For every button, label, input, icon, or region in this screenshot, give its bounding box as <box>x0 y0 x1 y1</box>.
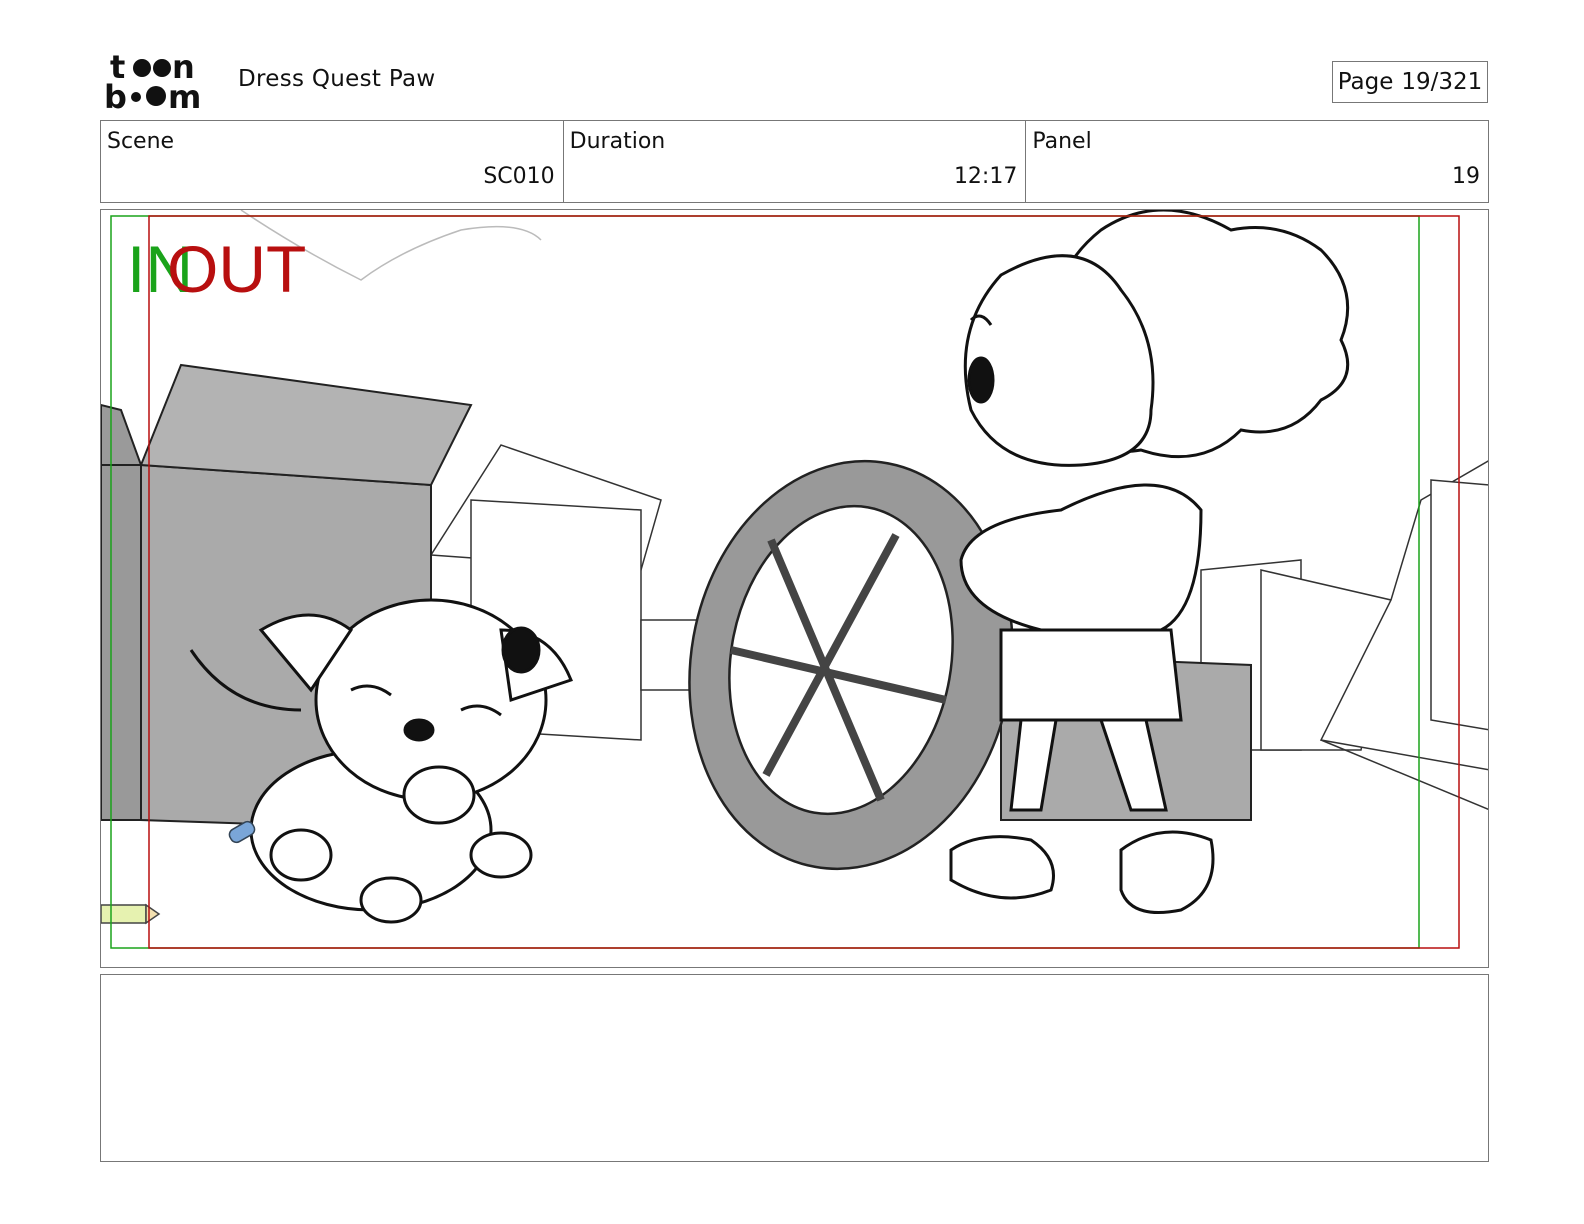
svg-text:m: m <box>168 78 201 112</box>
page-indicator: Page 19/321 <box>1332 61 1488 103</box>
panel-notes-box[interactable] <box>100 974 1489 1162</box>
scene-label: Scene <box>107 129 175 154</box>
panel-label: Panel <box>1032 129 1092 154</box>
svg-text:b: b <box>104 78 127 112</box>
panel-info-table: Scene SC010 Duration 12:17 Panel 19 <box>100 120 1489 203</box>
scene-cell: Scene SC010 <box>101 121 564 202</box>
wheel <box>688 459 1014 871</box>
panel-cell: Panel 19 <box>1026 121 1488 202</box>
panel-drawing <box>101 210 1488 949</box>
page-label: Page <box>1337 69 1394 95</box>
duration-label: Duration <box>569 129 666 154</box>
duration-cell: Duration 12:17 <box>564 121 1027 202</box>
scene-value: SC010 <box>483 164 555 189</box>
page-value: 19/321 <box>1401 69 1483 95</box>
duration-value: 12:17 <box>953 164 1018 189</box>
panel-value: 19 <box>1452 164 1481 189</box>
toon-boom-logo: t n b m <box>104 48 216 116</box>
yellow-pencil <box>101 903 161 925</box>
logo-graphic: t n b m <box>104 48 201 116</box>
out-marker: OUT <box>167 232 307 306</box>
project-title: Dress Quest Paw <box>238 66 436 92</box>
storyboard-panel: IN OUT <box>100 209 1489 968</box>
